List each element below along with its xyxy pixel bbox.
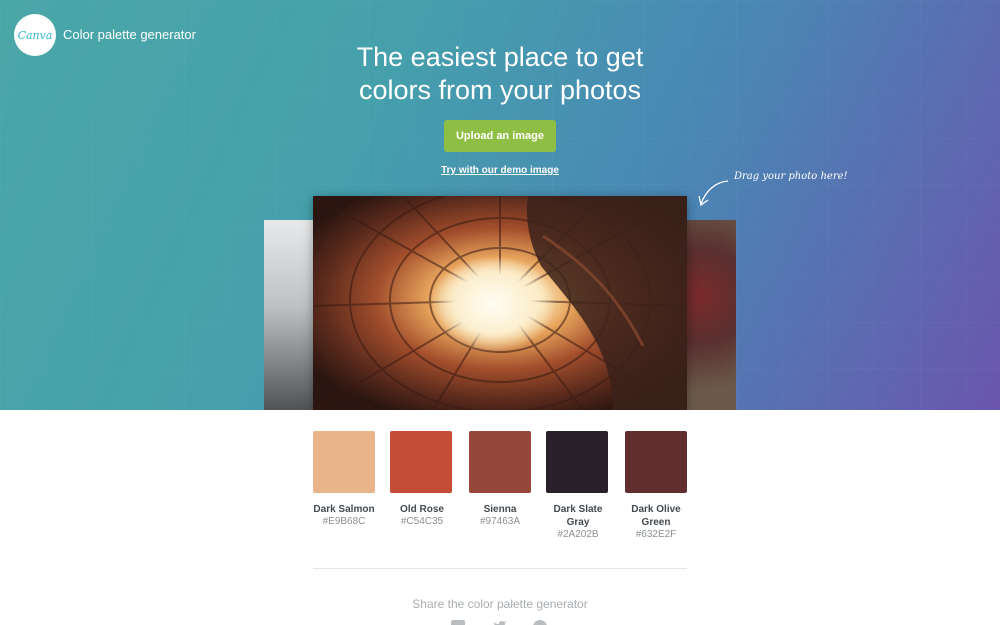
headline-line-1: The easiest place to get xyxy=(356,42,644,72)
upload-image-button[interactable]: Upload an image xyxy=(444,120,556,152)
swatch-name: Dark Slate Gray xyxy=(553,504,603,528)
swatch-name: Sienna xyxy=(483,504,517,515)
curved-arrow-icon xyxy=(698,180,729,207)
swatch-name: Dark Salmon xyxy=(313,504,375,515)
demo-image-link: Try with our demo image xyxy=(0,165,1000,176)
courtyard-photo-illustration xyxy=(313,196,687,410)
swatch-hex: #97463A xyxy=(479,516,521,527)
swatch-hex: #C54C35 xyxy=(400,516,444,527)
section-divider xyxy=(313,568,687,569)
facebook-icon[interactable] xyxy=(451,620,465,625)
hero-headline: The easiest place to get colors from you… xyxy=(0,41,1000,107)
headline-line-2: colors from your photos xyxy=(358,75,642,105)
swatch-dark-salmon[interactable] xyxy=(313,431,375,493)
swatch-old-rose[interactable] xyxy=(390,431,452,493)
swatch-dark-olive-green[interactable] xyxy=(625,431,687,493)
demo-image-link-text[interactable]: Try with our demo image xyxy=(441,165,559,176)
swatch-hex: #2A202B xyxy=(557,529,599,540)
share-title: Share the color palette generator xyxy=(412,597,588,611)
twitter-icon[interactable] xyxy=(493,620,507,625)
swatch-sienna[interactable] xyxy=(469,431,531,493)
swatch-name: Dark Olive Green xyxy=(631,504,681,528)
swatch-dark-slate-gray[interactable] xyxy=(546,431,608,493)
logo-text: Canva xyxy=(17,28,53,42)
swatch-hex: #E9B68C xyxy=(322,516,366,527)
hero-section: Canva Color palette generator The easies… xyxy=(0,0,1000,410)
drag-photo-hint: Drag your photo here! xyxy=(734,171,848,182)
pinterest-icon[interactable] xyxy=(533,620,547,625)
app-title[interactable]: Color palette generator xyxy=(63,27,196,42)
swatch-name: Old Rose xyxy=(400,504,444,515)
swatch-hex: #632E2F xyxy=(635,529,677,540)
demo-photo xyxy=(313,196,687,410)
